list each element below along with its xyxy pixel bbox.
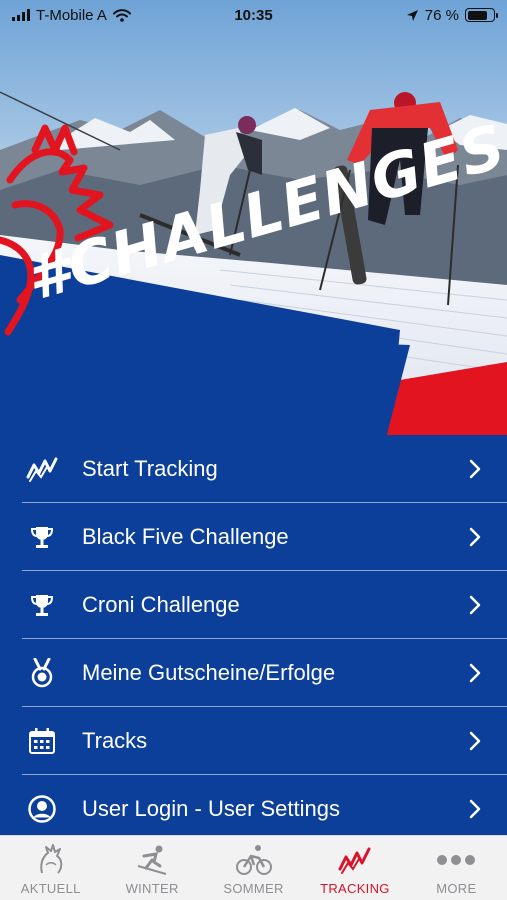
medal-icon bbox=[22, 657, 62, 689]
signal-icon bbox=[12, 9, 30, 21]
tab-winter[interactable]: WINTER bbox=[101, 836, 202, 900]
menu-item-start-tracking[interactable]: Start Tracking bbox=[0, 435, 507, 503]
tab-aktuell[interactable]: AKTUELL bbox=[0, 836, 101, 900]
menu-item-black-five-challenge[interactable]: Black Five Challenge bbox=[0, 503, 507, 571]
menu-item-meine-gutscheine[interactable]: Meine Gutscheine/Erfolge bbox=[0, 639, 507, 707]
skier-icon bbox=[134, 841, 170, 879]
tab-label: AKTUELL bbox=[20, 881, 81, 896]
menu-item-label: Black Five Challenge bbox=[82, 524, 289, 549]
user-icon bbox=[22, 793, 62, 825]
chevron-right-icon bbox=[463, 799, 487, 819]
challenge-menu: Start Tracking Black Five Challenge Cron… bbox=[0, 435, 507, 835]
tab-bar: AKTUELL WINTER SOMMER TRACKING MORE bbox=[0, 835, 507, 900]
calendar-icon bbox=[22, 725, 62, 757]
location-arrow-icon bbox=[406, 9, 418, 21]
chevron-right-icon bbox=[463, 595, 487, 615]
menu-item-croni-challenge[interactable]: Croni Challenge bbox=[0, 571, 507, 639]
battery-percent: 76 % bbox=[424, 6, 459, 24]
tab-more[interactable]: MORE bbox=[406, 836, 507, 900]
status-right: 76 % bbox=[406, 6, 498, 24]
tab-sommer[interactable]: SOMMER bbox=[203, 836, 304, 900]
menu-item-label: Start Tracking bbox=[82, 456, 218, 481]
menu-item-label: Tracks bbox=[82, 728, 148, 753]
menu-item-label: Croni Challenge bbox=[82, 592, 240, 617]
chevron-right-icon bbox=[463, 663, 487, 683]
hero-banner: #CHALLENGES bbox=[0, 0, 507, 438]
trophy-icon bbox=[22, 521, 62, 553]
menu-item-label: Meine Gutscheine/Erfolge bbox=[82, 660, 336, 685]
rooster-icon bbox=[36, 841, 66, 879]
carrier-name: T-Mobile A bbox=[36, 6, 107, 24]
chevron-right-icon bbox=[463, 731, 487, 751]
status-left: T-Mobile A bbox=[12, 7, 131, 24]
battery-level bbox=[467, 10, 487, 20]
tab-label: TRACKING bbox=[320, 881, 390, 896]
chevron-right-icon bbox=[463, 459, 487, 479]
tab-tracking[interactable]: TRACKING bbox=[304, 836, 405, 900]
chevron-right-icon bbox=[463, 527, 487, 547]
menu-item-user-login[interactable]: User Login - User Settings bbox=[0, 775, 507, 843]
menu-item-tracks[interactable]: Tracks bbox=[0, 707, 507, 775]
tab-label: MORE bbox=[436, 881, 477, 896]
battery-icon bbox=[465, 8, 498, 22]
tracking-icon bbox=[338, 841, 372, 879]
tab-label: SOMMER bbox=[223, 881, 284, 896]
tracking-icon bbox=[22, 453, 62, 485]
tab-label: WINTER bbox=[125, 881, 179, 896]
more-icon bbox=[436, 841, 476, 879]
menu-item-label: User Login - User Settings bbox=[82, 796, 340, 821]
trophy-icon bbox=[22, 589, 62, 621]
cyclist-icon bbox=[235, 841, 273, 879]
status-bar: T-Mobile A 10:35 76 % bbox=[0, 0, 507, 30]
wifi-icon bbox=[112, 8, 131, 22]
